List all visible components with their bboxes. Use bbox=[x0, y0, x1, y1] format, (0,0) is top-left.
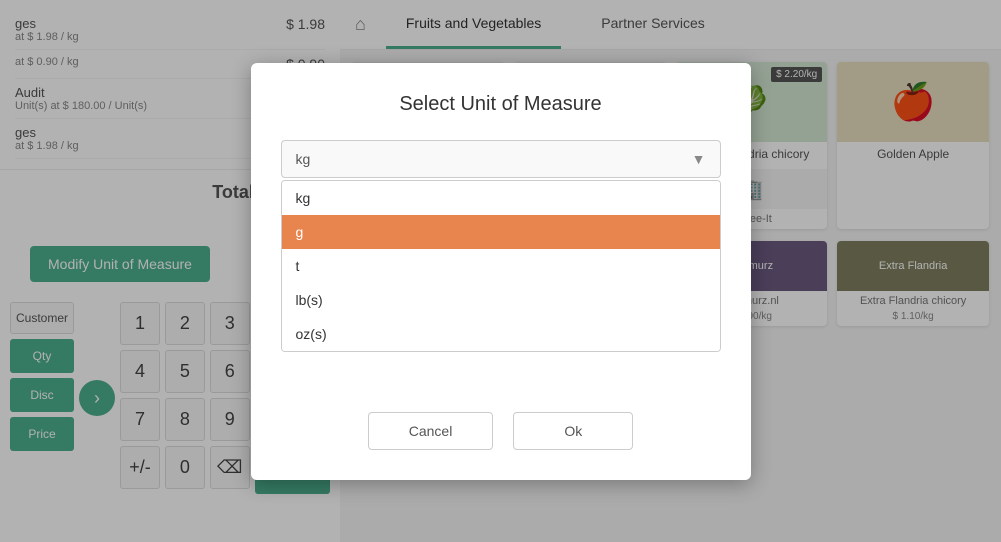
select-wrapper: kg ▼ kg g t lb(s) oz(s) bbox=[281, 140, 721, 352]
dropdown-arrow-icon: ▼ bbox=[692, 151, 706, 167]
select-uom-modal: Select Unit of Measure kg ▼ kg g t lb(s)… bbox=[251, 63, 751, 480]
cancel-button[interactable]: Cancel bbox=[368, 412, 494, 450]
option-t[interactable]: t bbox=[282, 249, 720, 283]
modal-overlay: Select Unit of Measure kg ▼ kg g t lb(s)… bbox=[0, 0, 1001, 542]
option-oz[interactable]: oz(s) bbox=[282, 317, 720, 351]
option-kg[interactable]: kg bbox=[282, 181, 720, 215]
ok-button[interactable]: Ok bbox=[513, 412, 633, 450]
modal-title: Select Unit of Measure bbox=[281, 93, 721, 116]
modal-footer: Cancel Ok bbox=[281, 412, 721, 450]
option-lbs[interactable]: lb(s) bbox=[282, 283, 720, 317]
selected-value: kg bbox=[296, 151, 311, 167]
dropdown-list: kg g t lb(s) oz(s) bbox=[281, 180, 721, 352]
select-display[interactable]: kg ▼ bbox=[281, 140, 721, 178]
option-g[interactable]: g bbox=[282, 215, 720, 249]
